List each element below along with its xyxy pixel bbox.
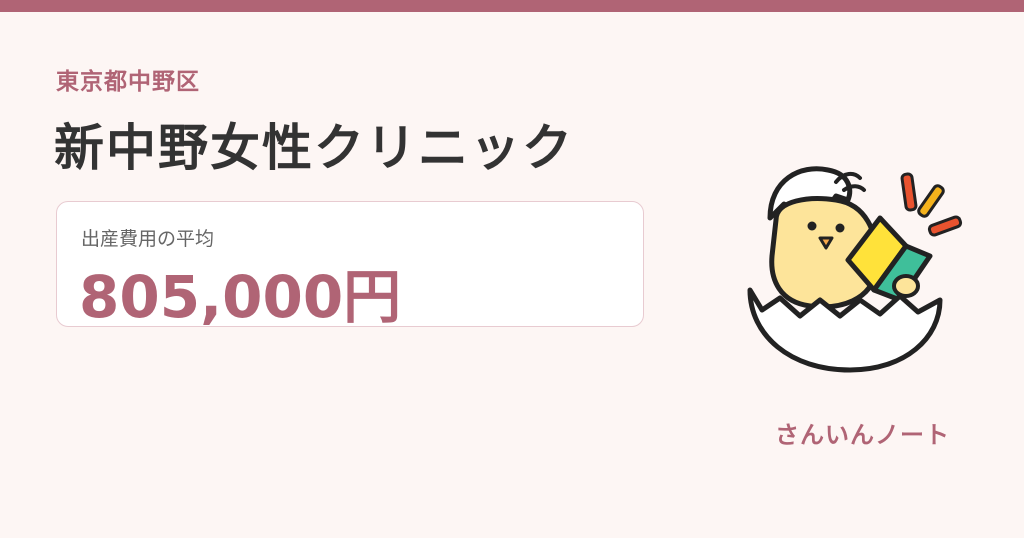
region-label: 東京都中野区 [56, 69, 200, 95]
chick-mascot-icon [740, 160, 980, 390]
top-accent-bar [0, 0, 1024, 12]
price-card: 出産費用の平均 805,000円 [56, 201, 644, 331]
page-title: 新中野女性クリニック [54, 119, 574, 177]
price-value: 805,000円 [79, 263, 402, 331]
brand-name: さんいんノート [775, 421, 950, 449]
price-label: 出産費用の平均 [81, 228, 215, 250]
